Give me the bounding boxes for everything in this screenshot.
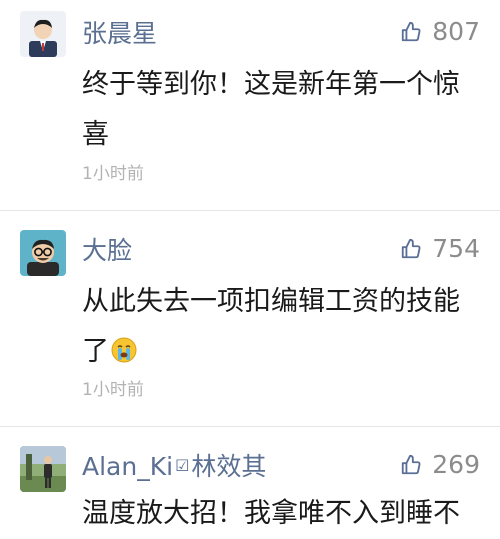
thumbs-up-icon — [400, 238, 422, 260]
comment-item: Alan_Ki ☑林效其 269 温度放大招！我拿唯不入到睡不 — [0, 427, 500, 529]
username[interactable]: 大脸 — [82, 238, 132, 263]
verified-badge-icon: ☑ — [175, 456, 190, 475]
username[interactable]: Alan_Ki ☑林效其 — [82, 454, 266, 479]
timestamp: 1小时前 — [82, 164, 144, 184]
timestamp: 1小时前 — [82, 380, 144, 400]
like-count: 269 — [432, 450, 480, 479]
comment-text-line: 从此失去一项扣编辑工资的技能 — [82, 286, 460, 317]
username-primary: Alan_Ki — [82, 452, 174, 481]
comment-text-line: 温度放大招！我拿唯不入到睡不 — [82, 498, 460, 529]
username-secondary: 林效其 — [191, 452, 267, 481]
like-button[interactable]: 807 — [400, 19, 480, 44]
like-count: 807 — [432, 17, 480, 46]
thumbs-up-icon — [400, 454, 422, 476]
thumbs-up-icon — [400, 21, 422, 43]
comment-text: 从此失去一项扣编辑工资的技能 了 — [82, 277, 487, 377]
like-count: 754 — [432, 234, 480, 263]
comment-text-line: 了 — [82, 327, 487, 377]
avatar[interactable] — [20, 11, 66, 57]
comment-item: 大脸 754 从此失去一项扣编辑工资的技能 了 1小时前 — [0, 211, 500, 426]
like-button[interactable]: 754 — [400, 236, 480, 261]
comment-item: 张晨星 807 终于等到你！这是新年第一个惊 喜 1小时前 — [0, 0, 500, 210]
comment-text-fragment: 了 — [82, 336, 109, 367]
like-button[interactable]: 269 — [400, 452, 480, 477]
username[interactable]: 张晨星 — [82, 21, 157, 46]
avatar[interactable] — [20, 446, 66, 492]
comment-text-line: 喜 — [82, 119, 109, 150]
comment-text: 终于等到你！这是新年第一个惊 喜 — [82, 60, 487, 160]
avatar[interactable] — [20, 230, 66, 276]
crying-face-emoji — [111, 330, 137, 363]
comment-text: 温度放大招！我拿唯不入到睡不 — [82, 489, 487, 539]
comment-text-line: 终于等到你！这是新年第一个惊 — [82, 69, 460, 100]
